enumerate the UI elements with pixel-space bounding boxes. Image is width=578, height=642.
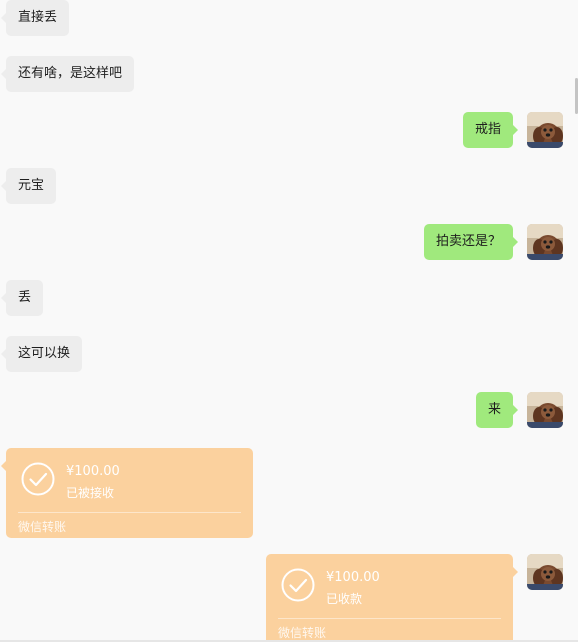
message-outgoing[interactable]: 来	[475, 392, 519, 428]
check-circle-icon	[21, 462, 55, 496]
user-avatar[interactable]	[527, 554, 563, 590]
message-incoming[interactable]: 元宝	[0, 168, 57, 204]
check-circle-icon	[281, 568, 315, 602]
transfer-brand-label: 微信转账	[278, 626, 327, 640]
transfer-amount: ¥100.00	[66, 464, 120, 479]
transfer-amount: ¥100.00	[326, 570, 380, 585]
transfer-brand-label: 微信转账	[18, 520, 67, 534]
dog-avatar-icon	[527, 392, 563, 428]
dog-avatar-icon	[527, 554, 563, 590]
divider	[278, 618, 501, 619]
message-incoming[interactable]: 还有啥，是这样吧	[0, 56, 135, 92]
message-outgoing[interactable]: 拍卖还是？	[423, 224, 519, 260]
transfer-card-sent[interactable]: ¥100.00 已收款 微信转账	[266, 554, 518, 642]
user-avatar[interactable]	[527, 112, 563, 148]
message-incoming[interactable]: 这可以换	[0, 336, 83, 372]
transfer-status: 已收款	[326, 592, 363, 606]
transfer-status: 已被接收	[66, 486, 115, 500]
chat-message-list: 直接丢 还有啥，是这样吧 戒指 元宝 拍卖还是？ 丢 这可以换 来 ¥100.0…	[0, 0, 578, 642]
transfer-card-received[interactable]: ¥100.00 已被接收 微信转账	[1, 448, 253, 538]
user-avatar[interactable]	[527, 224, 563, 260]
dog-avatar-icon	[527, 224, 563, 260]
divider	[18, 512, 241, 513]
user-avatar[interactable]	[527, 392, 563, 428]
message-outgoing[interactable]: 戒指	[462, 112, 519, 148]
dog-avatar-icon	[527, 112, 563, 148]
message-incoming[interactable]: 直接丢	[0, 0, 70, 36]
message-incoming[interactable]: 丢	[0, 280, 44, 316]
